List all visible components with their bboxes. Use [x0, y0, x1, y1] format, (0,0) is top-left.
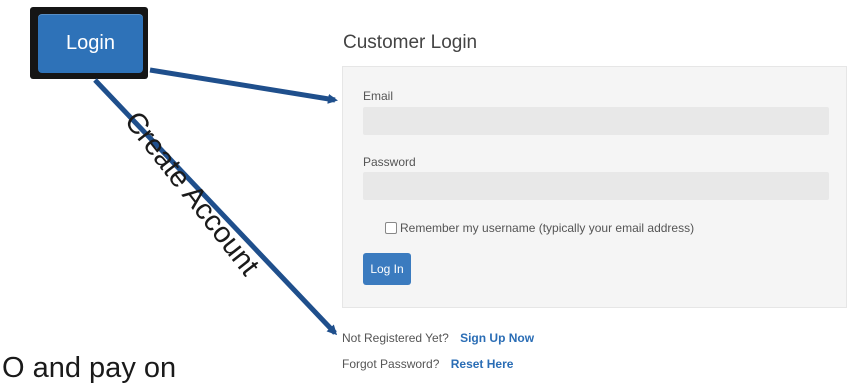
password-field[interactable] — [363, 172, 829, 200]
email-label: Email — [363, 89, 394, 103]
log-in-button[interactable]: Log In — [363, 253, 411, 285]
sign-up-link[interactable]: Sign Up Now — [460, 331, 534, 345]
reset-password-link[interactable]: Reset Here — [451, 357, 514, 371]
forgot-row: Forgot Password? Reset Here — [342, 357, 513, 371]
forgot-prompt: Forgot Password? — [342, 357, 440, 371]
login-button[interactable]: Login — [38, 14, 143, 73]
register-row: Not Registered Yet? Sign Up Now — [342, 331, 534, 345]
remember-checkbox[interactable] — [385, 222, 397, 234]
remember-label: Remember my username (typically your ema… — [400, 221, 695, 235]
email-field[interactable] — [363, 107, 829, 135]
create-account-annotation: Create Account — [117, 105, 266, 282]
bottom-annotation-text: O and pay on — [2, 352, 177, 384]
remember-me[interactable]: Remember my username (typically your ema… — [385, 221, 694, 235]
register-prompt: Not Registered Yet? — [342, 331, 449, 345]
login-panel: Email Password Remember my username (typ… — [342, 66, 847, 308]
arrow-to-email — [149, 67, 338, 104]
password-label: Password — [363, 155, 416, 169]
page-title: Customer Login — [343, 32, 478, 53]
